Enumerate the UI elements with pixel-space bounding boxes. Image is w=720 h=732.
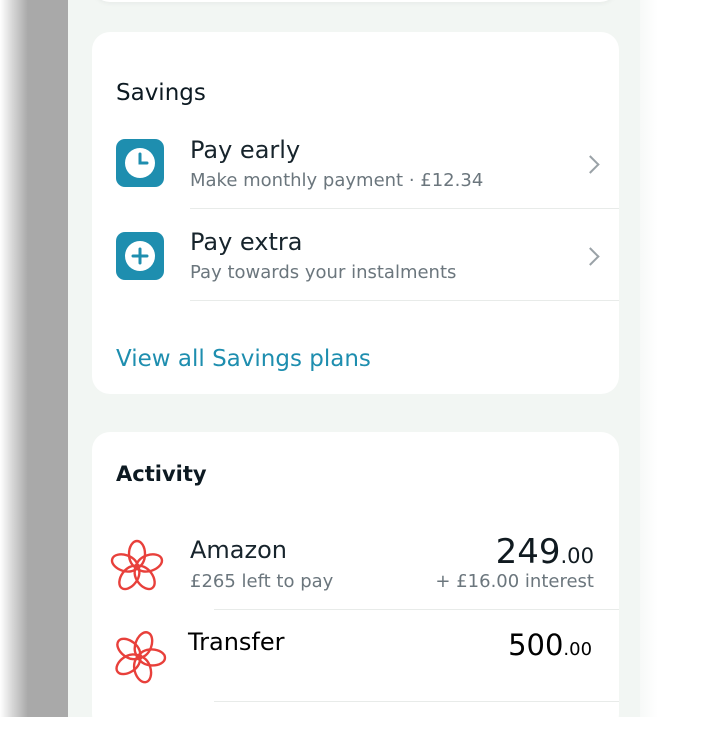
plus-circle-icon (116, 232, 164, 280)
pay-extra-title: Pay extra (190, 228, 303, 256)
interest-note: + £16.00 interest (435, 571, 594, 592)
previous-card-edge (92, 0, 618, 2)
merchant-name: Amazon (190, 536, 287, 564)
activity-title: Activity (116, 462, 207, 486)
activity-row-amazon[interactable]: Amazon £265 left to pay 249.00 + £16.00 … (92, 522, 619, 610)
merchant-name: Transfer (188, 628, 285, 656)
pay-early-title: Pay early (190, 136, 301, 164)
amount: 249.00 (496, 532, 594, 572)
window-shadow (0, 0, 68, 717)
window-edge (640, 0, 720, 717)
clock-icon (116, 139, 164, 187)
chevron-right-icon (581, 155, 600, 174)
amount-decimal: .00 (563, 639, 592, 660)
amount-whole: 249 (495, 532, 561, 572)
pay-extra-subtitle: Pay towards your instalments (190, 262, 457, 283)
pay-extra-row[interactable]: Pay extra Pay towards your instalments (92, 210, 619, 301)
amount: 500.00 (508, 628, 592, 662)
chevron-right-icon (581, 247, 600, 266)
amount-whole: 500 (508, 628, 564, 662)
flower-logo-icon (108, 538, 166, 596)
divider (190, 300, 619, 301)
divider (190, 208, 619, 209)
divider (214, 701, 619, 702)
savings-title: Savings (116, 80, 206, 106)
pay-early-subtitle: Make monthly payment · £12.34 (190, 170, 484, 191)
activity-card: Activity Amazon £265 left to pay 249.00 … (92, 432, 619, 732)
pay-early-row[interactable]: Pay early Make monthly payment · £12.34 (92, 118, 619, 209)
activity-row-transfer[interactable]: Transfer 500.00 (92, 610, 619, 702)
remaining-to-pay: £265 left to pay (190, 571, 334, 592)
view-all-savings-link[interactable]: View all Savings plans (116, 346, 371, 372)
amount-decimal: .00 (560, 543, 594, 568)
flower-logo-icon (110, 628, 168, 686)
savings-card: Savings Pay early Make monthly payment ·… (92, 32, 619, 394)
